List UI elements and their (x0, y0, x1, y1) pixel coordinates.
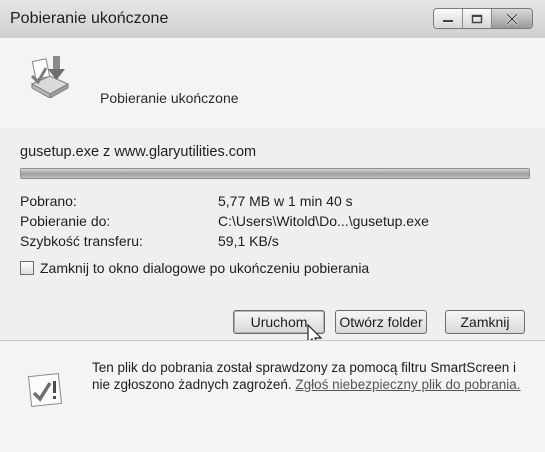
title-bar[interactable]: Pobieranie ukończone (0, 0, 545, 38)
transfer-speed-label: Szybkość transferu: (20, 233, 143, 249)
header-title: Pobieranie ukończone (100, 90, 239, 106)
report-unsafe-link[interactable]: Zgłoś niebezpieczny plik do pobrania. (295, 377, 520, 392)
download-icon (30, 56, 70, 98)
transfer-speed-value: 59,1 KB/s (218, 233, 279, 249)
security-check-icon (27, 372, 63, 408)
caption-buttons (433, 8, 533, 29)
downloaded-label: Pobrano: (20, 193, 77, 209)
header: Pobieranie ukończone (0, 38, 545, 128)
download-details: gusetup.exe z www.glaryutilities.com Pob… (0, 128, 545, 347)
progress-bar (20, 168, 530, 179)
close-after-download-label[interactable]: Zamknij to okno dialogowe po ukończeniu … (40, 260, 369, 276)
security-footer: Ten plik do pobrania został sprawdzony z… (0, 341, 545, 452)
security-message: Ten plik do pobrania został sprawdzony z… (92, 359, 532, 393)
close-after-download-option[interactable]: Zamknij to okno dialogowe po ukończeniu … (20, 260, 369, 276)
maximize-button[interactable] (463, 9, 492, 28)
close-dialog-button[interactable]: Zamknij (445, 310, 525, 334)
minimize-icon (443, 19, 453, 22)
window-title: Pobieranie ukończone (10, 10, 169, 27)
minimize-button[interactable] (434, 9, 463, 28)
progress-fill (21, 169, 529, 178)
close-button[interactable] (492, 9, 532, 28)
download-source: gusetup.exe z www.glaryutilities.com (20, 144, 257, 160)
maximize-icon (471, 14, 483, 23)
open-folder-button[interactable]: Otwórz folder (335, 310, 427, 334)
download-complete-dialog: Pobieranie ukończone Pobieranie ukończon… (0, 0, 545, 452)
download-to-value: C:\Users\Witold\Do...\gusetup.exe (218, 213, 429, 229)
close-icon (506, 12, 518, 25)
close-after-download-checkbox[interactable] (20, 261, 34, 275)
download-to-label: Pobieranie do: (20, 213, 111, 229)
downloaded-value: 5,77 MB w 1 min 40 s (218, 193, 353, 209)
